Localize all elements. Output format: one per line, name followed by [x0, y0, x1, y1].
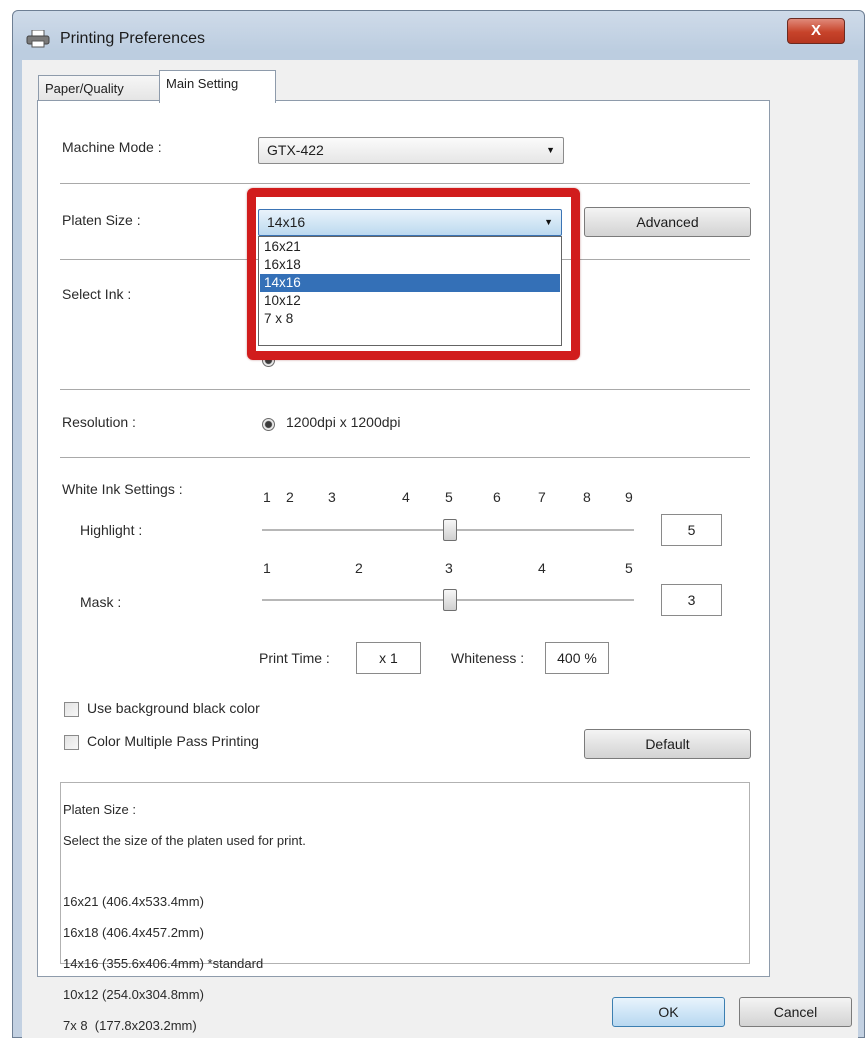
select-ink-label: Select Ink : [62, 286, 132, 302]
highlight-slider-thumb[interactable] [443, 519, 457, 541]
mask-tick: 2 [355, 560, 363, 576]
highlight-value-box[interactable]: 5 [661, 514, 722, 546]
bg-black-checkbox[interactable] [64, 702, 79, 717]
mask-value-box[interactable]: 3 [661, 584, 722, 616]
description-box: Platen Size : Select the size of the pla… [60, 782, 750, 1033]
tab-main-setting[interactable]: Main Setting [159, 70, 276, 103]
chevron-down-icon: ▼ [546, 145, 555, 155]
ok-button[interactable]: OK [612, 997, 725, 1027]
highlight-tick: 2 [286, 489, 294, 505]
mask-tick: 1 [263, 560, 271, 576]
print-time-label: Print Time : [259, 650, 330, 666]
cancel-button[interactable]: Cancel [739, 997, 852, 1027]
default-button[interactable]: Default [584, 729, 751, 759]
highlight-label: Highlight : [80, 522, 143, 538]
printer-icon [26, 29, 50, 48]
resolution-value: 1200dpi x 1200dpi [286, 414, 401, 430]
highlight-tick: 5 [445, 489, 453, 505]
platen-size-label: Platen Size : [62, 212, 141, 228]
color-multi-pass-label: Color Multiple Pass Printing [87, 733, 259, 749]
white-ink-label: White Ink Settings : [62, 481, 183, 497]
highlight-tick: 8 [583, 489, 591, 505]
highlight-tick: 4 [402, 489, 410, 505]
divider [60, 183, 750, 184]
bg-black-label: Use background black color [87, 700, 260, 716]
mask-tick: 4 [538, 560, 546, 576]
divider [60, 389, 750, 390]
highlight-tick: 7 [538, 489, 546, 505]
advanced-button[interactable]: Advanced [584, 207, 751, 237]
description-line: 16x21 (406.4x533.4mm) [63, 894, 204, 909]
divider [60, 457, 750, 458]
description-line: 14x16 (355.6x406.4mm) *standard [63, 956, 264, 971]
tab-paper-quality[interactable]: Paper/Quality [38, 75, 160, 103]
description-line: 16x18 (406.4x457.2mm) [63, 925, 204, 940]
highlight-tick: 9 [625, 489, 633, 505]
mask-tick: 5 [625, 560, 633, 576]
color-multi-pass-checkbox[interactable] [64, 735, 79, 750]
resolution-radio[interactable] [262, 418, 275, 431]
resolution-label: Resolution : [62, 414, 136, 430]
mask-tick: 3 [445, 560, 453, 576]
red-highlight-frame [247, 188, 580, 360]
whiteness-label: Whiteness : [451, 650, 525, 666]
highlight-tick: 6 [493, 489, 501, 505]
machine-mode-value: GTX-422 [267, 142, 324, 158]
description-title: Platen Size : [63, 801, 136, 817]
whiteness-box[interactable]: 400 % [545, 642, 609, 674]
mask-slider-thumb[interactable] [443, 589, 457, 611]
highlight-tick: 1 [263, 489, 271, 505]
print-time-box[interactable]: x 1 [356, 642, 421, 674]
machine-mode-label: Machine Mode : [62, 139, 162, 155]
description-text: Select the size of the platen used for p… [63, 832, 306, 848]
close-button[interactable]: X [787, 18, 845, 44]
mask-label: Mask : [80, 594, 122, 610]
highlight-tick: 3 [328, 489, 336, 505]
window-title: Printing Preferences [60, 30, 205, 47]
machine-mode-select[interactable]: GTX-422 ▼ [258, 137, 564, 164]
